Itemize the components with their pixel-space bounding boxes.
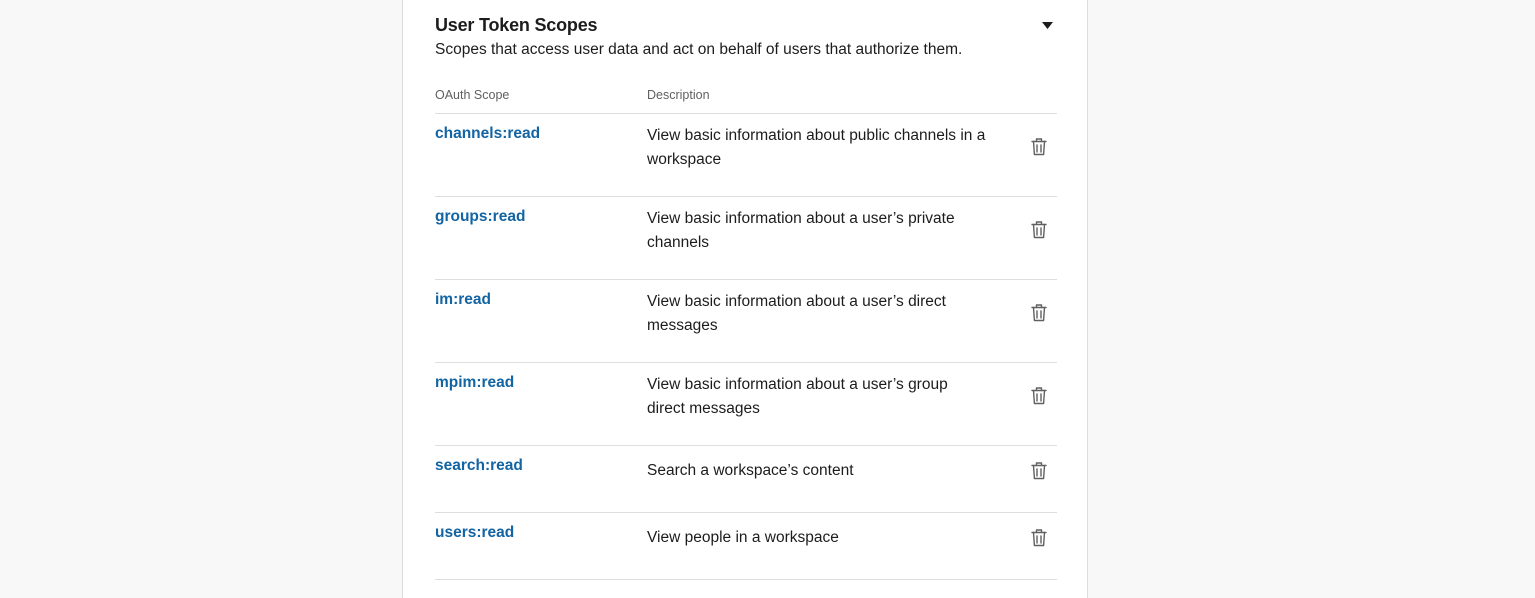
table-row: groups:read View basic information about… xyxy=(435,197,1057,280)
scope-description: View people in a workspace xyxy=(647,529,839,546)
column-header-scope: OAuth Scope xyxy=(435,88,510,102)
scope-link[interactable]: channels:read xyxy=(435,125,540,143)
scope-link[interactable]: im:read xyxy=(435,291,491,309)
scope-link[interactable]: users:read xyxy=(435,524,514,542)
settings-panel: User Token Scopes Scopes that access use… xyxy=(402,0,1088,598)
trash-icon[interactable] xyxy=(1029,218,1049,240)
column-header-description: Description xyxy=(647,88,710,102)
scope-link[interactable]: search:read xyxy=(435,457,523,475)
scope-description: View basic information about a user’s pr… xyxy=(647,210,955,251)
section-title: User Token Scopes xyxy=(435,15,598,35)
trash-icon[interactable] xyxy=(1029,135,1049,157)
table-row: channels:read View basic information abo… xyxy=(435,114,1057,197)
caret-down-icon[interactable] xyxy=(1036,18,1058,32)
scope-link[interactable]: groups:read xyxy=(435,208,525,226)
scopes-table: channels:read View basic information abo… xyxy=(435,113,1057,580)
scope-description: View basic information about a user’s gr… xyxy=(647,376,948,417)
table-row: im:read View basic information about a u… xyxy=(435,280,1057,363)
table-row: search:read Search a workspace’s content xyxy=(435,446,1057,513)
table-row: users:read View people in a workspace xyxy=(435,513,1057,580)
scope-description: Search a workspace’s content xyxy=(647,462,854,479)
section-subtitle: Scopes that access user data and act on … xyxy=(435,41,963,58)
trash-icon[interactable] xyxy=(1029,459,1049,481)
trash-icon[interactable] xyxy=(1029,301,1049,323)
table-row: mpim:read View basic information about a… xyxy=(435,363,1057,446)
scope-description: View basic information about a user’s di… xyxy=(647,293,946,334)
scope-link[interactable]: mpim:read xyxy=(435,374,514,392)
trash-icon[interactable] xyxy=(1029,384,1049,406)
trash-icon[interactable] xyxy=(1029,526,1049,548)
scope-description: View basic information about public chan… xyxy=(647,127,986,168)
